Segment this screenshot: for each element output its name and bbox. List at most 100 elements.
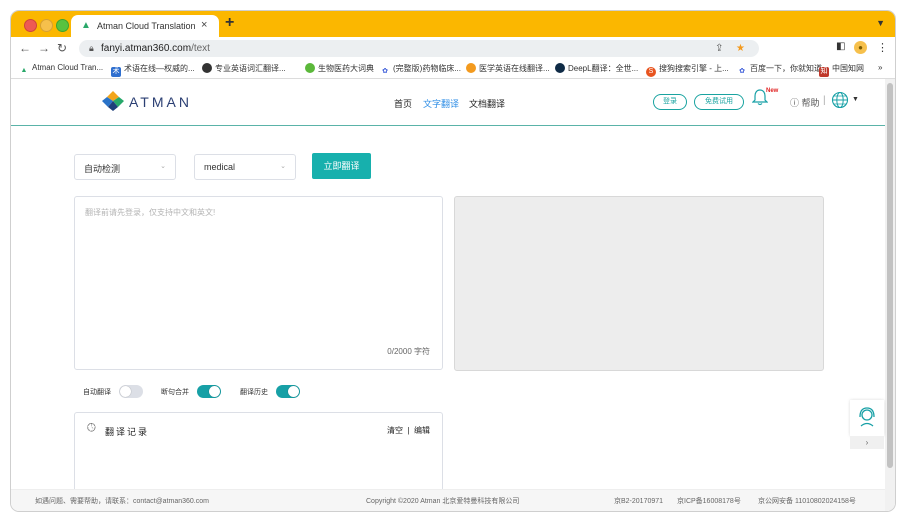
orange-circle-icon [466, 63, 476, 73]
bookmark-item[interactable]: ▲ Atman Cloud Tran... [19, 63, 104, 76]
baidu-paw-icon: ✿ [739, 68, 745, 75]
leaf-icon [305, 63, 315, 73]
footer-contact: 如遇问题、需要帮助，请联系：contact@atman360.com [35, 498, 209, 505]
nav-document-translation[interactable]: 文档翻译 [469, 97, 505, 110]
bookmark-label: 医学英语在线翻译... [479, 64, 550, 73]
share-icon[interactable]: ⇪ [715, 43, 723, 54]
translation-history-panel: 🕓︎ 翻译记录 清空 | 编辑 [74, 412, 443, 493]
bookmark-label: Atman Cloud Tran... [32, 63, 104, 72]
address-bar[interactable]: 🔒︎ fanyi.atman360.com/text ⇪ ★ [79, 40, 759, 57]
bookmark-label: 中国知网 [832, 64, 864, 73]
cnki-icon: 知 [819, 67, 829, 77]
switch-knob [120, 386, 131, 397]
scrollbar-thumb[interactable] [887, 83, 893, 468]
browser-toolbar: ← → ↻ 🔒︎ fanyi.atman360.com/text ⇪ ★ ◧ ●… [11, 37, 895, 60]
bookmark-item[interactable]: S 搜狗搜索引擎 - 上... [646, 63, 729, 77]
bookmark-item[interactable]: 医学英语在线翻译... [466, 63, 550, 74]
footer-police-record: 京公网安备 11010802024158号 [758, 498, 856, 505]
bookmark-item[interactable]: 专业英语词汇翻译... [202, 63, 286, 74]
globe-bookmark-icon [202, 63, 212, 73]
login-button[interactable]: 登录 [653, 94, 687, 110]
minimize-window-button[interactable] [40, 19, 53, 32]
help-label: 帮助 [801, 98, 820, 108]
language-globe-icon[interactable] [831, 91, 849, 109]
history-title: 翻译记录 [105, 427, 150, 437]
character-counter: 0/2000 字符 [387, 347, 430, 356]
bookmark-item[interactable]: 知中国知网 [819, 63, 864, 77]
bookmark-label: 生物医药大词典 [318, 64, 374, 73]
site-footer: 如遇问题、需要帮助，请联系：contact@atman360.com Copyr… [11, 489, 885, 511]
bookmark-item[interactable]: DeepL翻译：全世... [555, 63, 638, 74]
bookmarks-bar: ▲ Atman Cloud Tran... 术术语在线—权威的... 专业英语词汇… [11, 60, 895, 79]
page-scrollbar[interactable] [885, 79, 895, 511]
history-clock-icon: 🕓︎ [87, 422, 96, 434]
close-window-button[interactable] [24, 19, 37, 32]
domain-value: medical [204, 162, 236, 172]
source-text-panel: 0/2000 字符 [74, 196, 443, 370]
forward-arrow-icon[interactable]: → [38, 41, 50, 55]
bookmark-label: 专业英语词汇翻译... [215, 64, 286, 73]
reload-icon[interactable]: ↻ [57, 41, 67, 55]
free-trial-button[interactable]: 免费试用 [694, 94, 744, 110]
tab-search-chevron-icon[interactable]: ▼ [876, 18, 885, 28]
auto-translate-switch[interactable] [119, 385, 143, 398]
translation-history-label: 翻译历史 [240, 389, 268, 396]
baidu-paw-icon: ✿ [382, 68, 388, 75]
bookmark-label: DeepL翻译：全世... [568, 64, 639, 73]
maximize-window-button[interactable] [56, 19, 69, 32]
bookmarks-overflow-button[interactable]: » [878, 63, 882, 72]
bookmark-label: (完整版)药物临床... [393, 64, 461, 73]
bookmark-item[interactable]: 术术语在线—权威的... [111, 63, 195, 77]
source-language-value: 自动检测 [84, 164, 121, 174]
sentence-merge-label: 断句合并 [161, 389, 189, 396]
edit-history-button[interactable]: 编辑 [414, 426, 430, 435]
collapse-widget-button[interactable]: › [850, 436, 884, 449]
chevron-down-icon: ⌄ [160, 163, 166, 170]
tab-title: Atman Cloud Translation [97, 21, 196, 31]
tab-close-icon[interactable]: × [201, 19, 207, 31]
auto-translate-label: 自动翻译 [83, 389, 111, 396]
profile-avatar-icon[interactable]: ● [854, 41, 867, 54]
sentence-merge-switch[interactable] [197, 385, 221, 398]
domain-select[interactable]: medical ⌄ [194, 154, 296, 180]
chevron-down-icon[interactable]: ▼ [852, 96, 859, 103]
logo-text: ATMAN [129, 94, 192, 110]
switch-knob [209, 386, 220, 397]
source-language-select[interactable]: 自动检测 ⌄ [74, 154, 176, 180]
browser-menu-icon[interactable]: ⋮ [877, 41, 888, 54]
clear-history-button[interactable]: 清空 [387, 426, 403, 435]
browser-tab[interactable]: ▲ Atman Cloud Translation × [71, 15, 219, 37]
source-text-input[interactable] [83, 205, 427, 329]
bookmark-star-icon[interactable]: ★ [736, 43, 745, 54]
new-badge: New [766, 88, 779, 94]
bookmark-label: 百度一下，你就知道 [750, 64, 822, 73]
site-header: ATMAN 首页 文字翻译 文档翻译 登录 免费试用 New ⓘ 帮助 | ▼ [11, 79, 885, 126]
translate-button[interactable]: 立即翻译 [312, 153, 371, 179]
help-circle-icon: ⓘ [790, 98, 800, 108]
translation-output-panel [454, 196, 824, 371]
url-host: fanyi.atman360.com [101, 43, 192, 54]
footer-copyright: Copyright ©2020 Atman 北京爱特曼科技有限公司 [366, 498, 520, 505]
sogou-icon: S [646, 67, 656, 77]
footer-icp-license: 京ICP备16008178号 [677, 498, 741, 505]
nav-text-translation[interactable]: 文字翻译 [423, 97, 459, 110]
sidebar-panel-icon[interactable]: ◧ [836, 41, 845, 52]
nav-home[interactable]: 首页 [394, 97, 412, 110]
atman-favicon-icon: ▲ [81, 20, 91, 31]
atman-icon: ▲ [20, 67, 28, 74]
new-tab-button[interactable]: + [225, 14, 234, 32]
translation-history-switch[interactable] [276, 385, 300, 398]
back-arrow-icon[interactable]: ← [19, 41, 31, 55]
bookmark-item[interactable]: 生物医药大词典 [305, 63, 374, 74]
customer-service-widget[interactable] [850, 400, 884, 436]
bookmark-item[interactable]: ✿ (完整版)药物临床... [380, 63, 461, 77]
tab-strip: ▲ Atman Cloud Translation × + ▼ [11, 11, 895, 37]
history-actions: 清空 | 编辑 [387, 425, 430, 436]
browser-window: ▲ Atman Cloud Translation × + ▼ ← → ↻ 🔒︎… [11, 11, 895, 511]
history-actions-divider: | [407, 426, 410, 435]
deepl-icon [555, 63, 565, 73]
bookmark-item[interactable]: ✿ 百度一下，你就知道 [737, 63, 822, 77]
help-link[interactable]: ⓘ 帮助 [790, 96, 820, 109]
atman-logo-icon [102, 91, 124, 111]
url-path: /text [191, 43, 210, 54]
